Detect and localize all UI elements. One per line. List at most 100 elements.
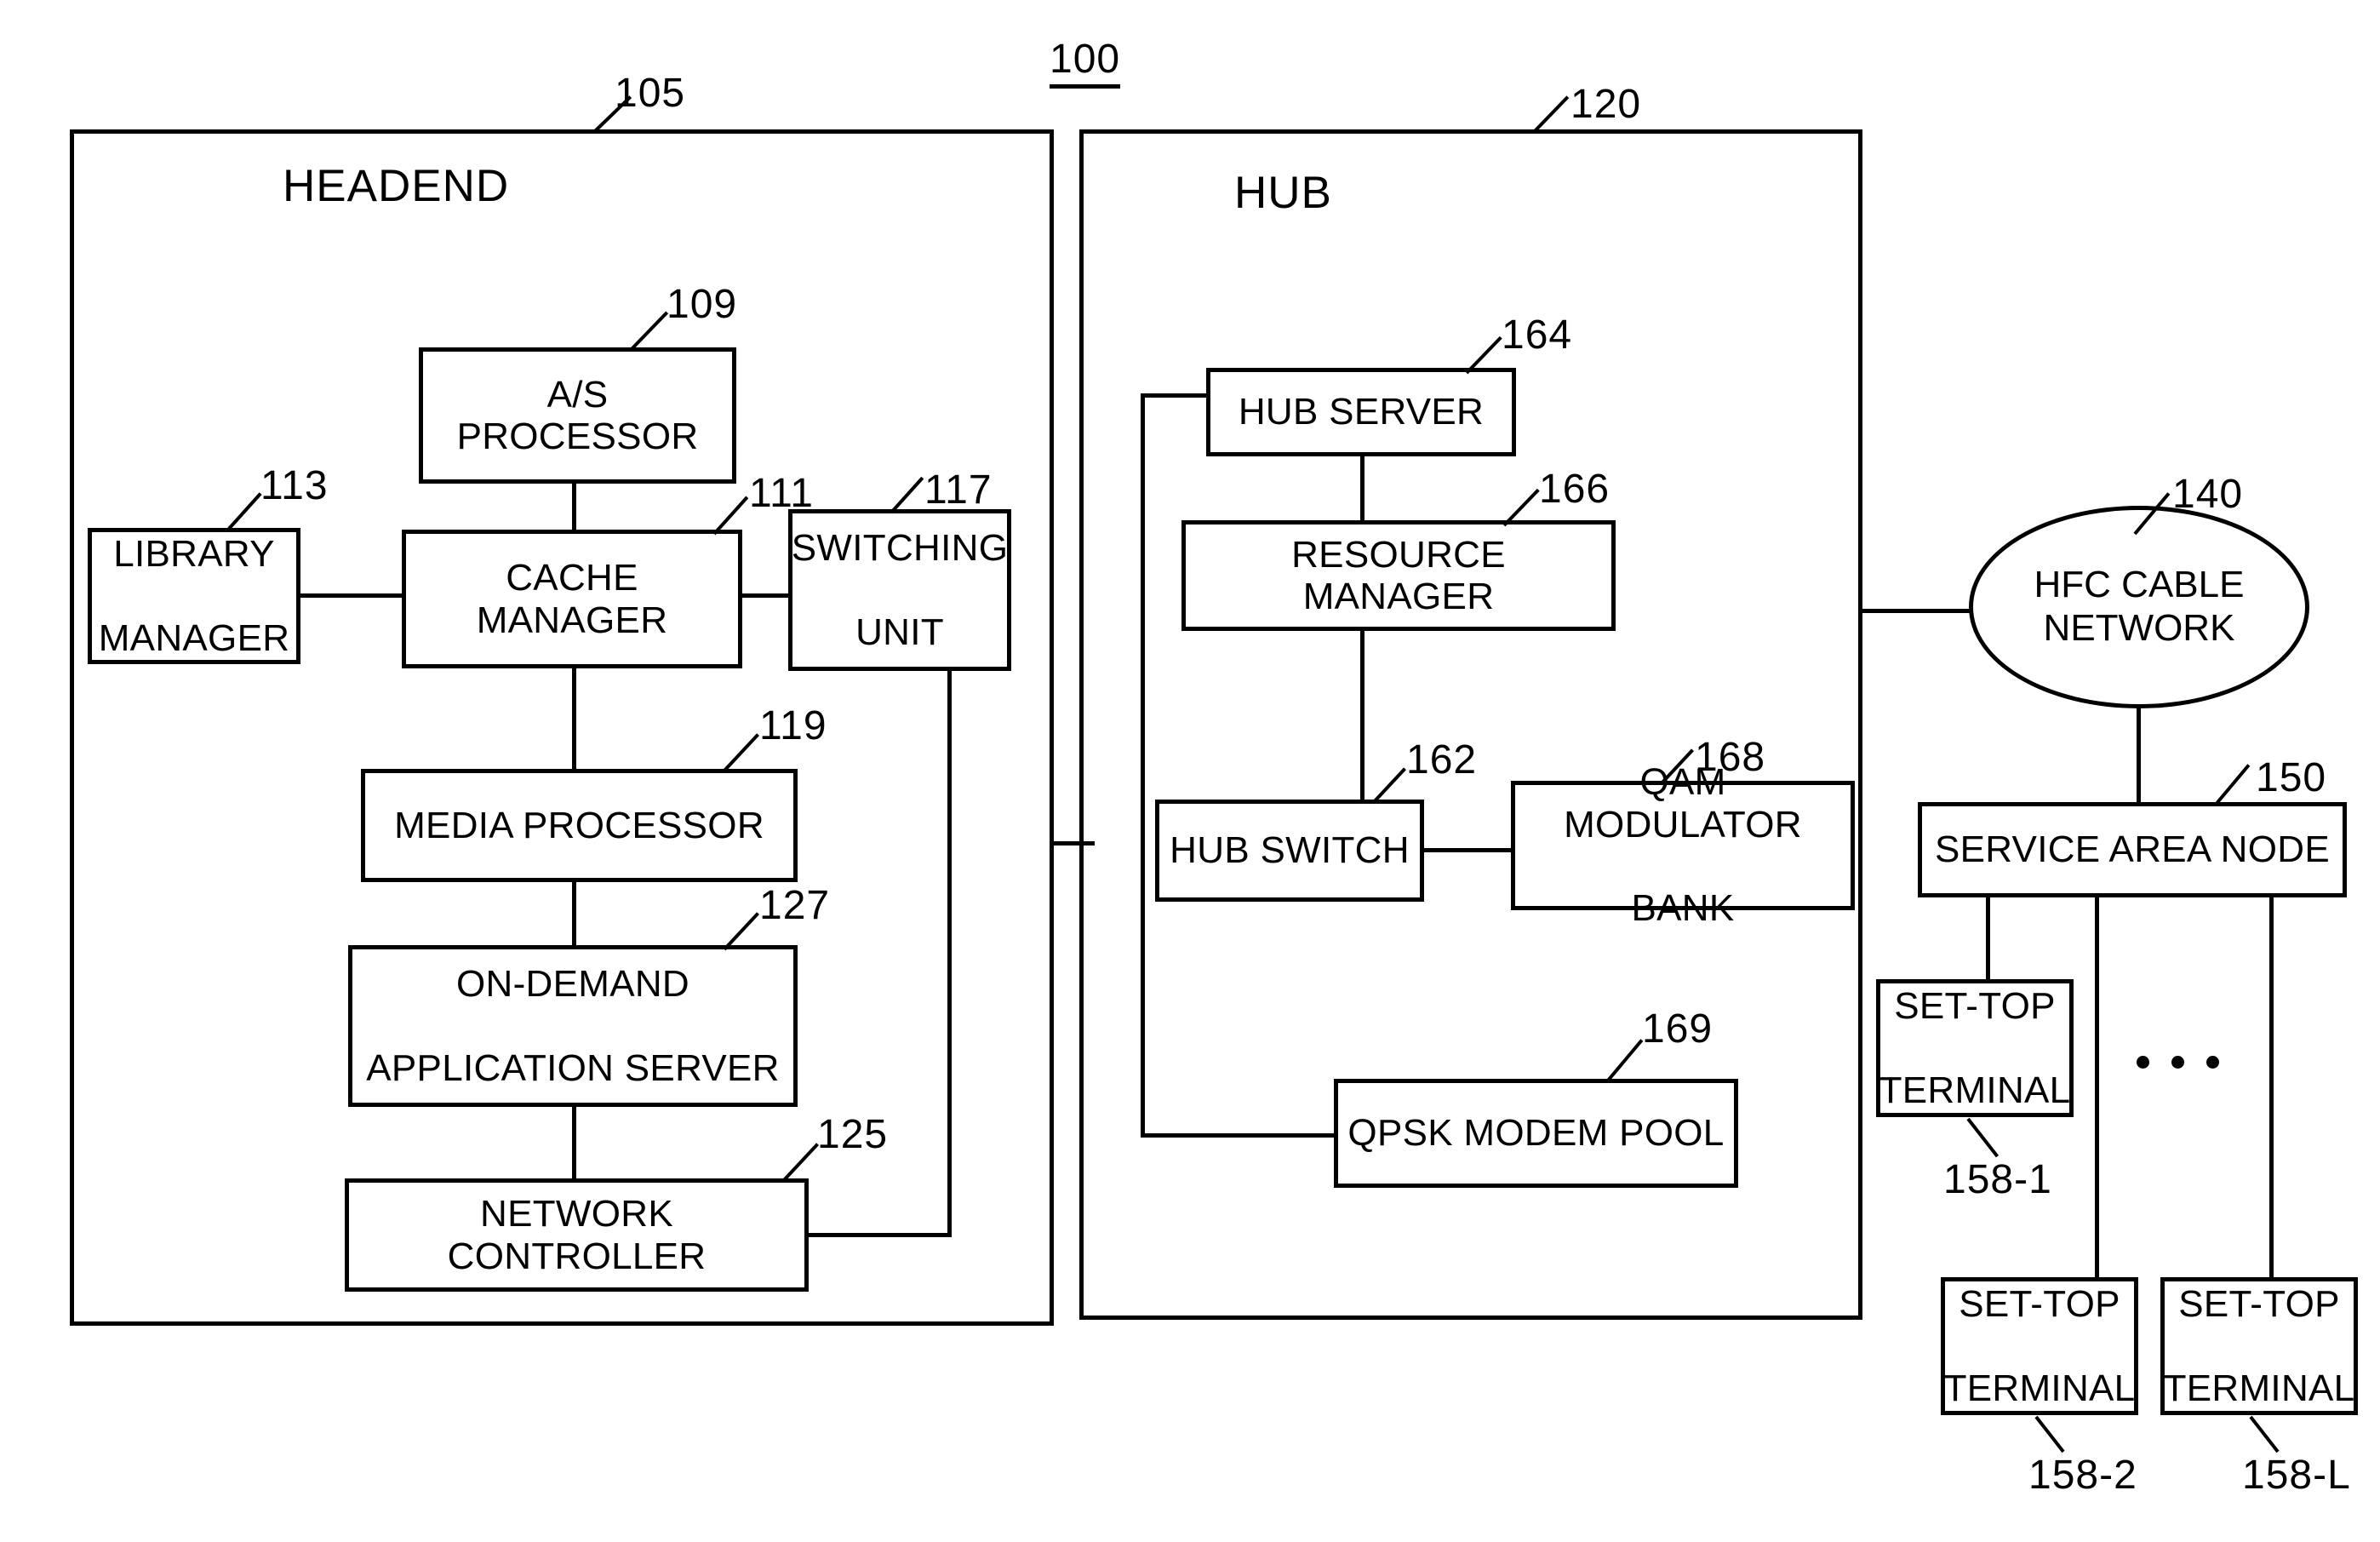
node-cache-manager-label: CACHE MANAGER bbox=[476, 557, 668, 641]
ondemand-line1: ON-DEMAND bbox=[455, 963, 690, 1006]
connector-resource-manager-to-hub-switch bbox=[1360, 629, 1364, 802]
library-manager-line1: LIBRARY bbox=[113, 533, 275, 576]
connector-hub-server-left-stub bbox=[1141, 393, 1210, 398]
node-hub-server-label: HUB SERVER bbox=[1238, 391, 1485, 433]
connector-hub-server-to-qpsk-vertical bbox=[1141, 393, 1145, 1137]
terminal-L-line2: TERMINAL bbox=[2163, 1367, 2355, 1409]
connector-node-to-terminal-L bbox=[2269, 896, 2274, 1283]
terminals-ellipsis bbox=[2137, 1056, 2219, 1069]
cache-manager-ref-111: 111 bbox=[749, 471, 814, 516]
media-processor-ref-119: 119 bbox=[759, 703, 827, 748]
network-controller-ref-125: 125 bbox=[817, 1112, 889, 1157]
terminal-L-line1: SET-TOP bbox=[2178, 1283, 2340, 1326]
hub-leader-line bbox=[1533, 95, 1570, 133]
node-switching-unit-label: SWITCHING UNIT bbox=[781, 527, 1018, 653]
ondemand-line2: APPLICATION SERVER bbox=[366, 1046, 780, 1089]
node-library-manager-label: LIBRARY MANAGER bbox=[89, 533, 300, 659]
connector-media-to-ondemand bbox=[572, 880, 576, 948]
connector-hub-to-hfc bbox=[1861, 609, 1978, 613]
hub-ref-120: 120 bbox=[1570, 82, 1642, 127]
headend-region bbox=[70, 129, 1054, 1326]
qam-line1: QAM MODULATOR bbox=[1564, 761, 1802, 846]
terminal-1-line2: TERMINAL bbox=[1879, 1069, 2071, 1111]
connector-cache-to-media-processor bbox=[572, 667, 576, 771]
connector-hub-server-to-resource-manager bbox=[1360, 455, 1364, 523]
terminal-1-leader-line bbox=[1966, 1117, 2000, 1158]
connector-hfc-to-service-area-node bbox=[2137, 703, 2141, 805]
headend-title: HEADEND bbox=[283, 161, 510, 211]
terminal-2-ref: 158-2 bbox=[2028, 1453, 2137, 1498]
connector-node-to-terminal-1 bbox=[1986, 896, 1990, 989]
system-ref-100: 100 bbox=[1050, 36, 1121, 89]
connector-library-to-cache bbox=[298, 593, 404, 598]
resource-manager-ref-166: 166 bbox=[1539, 467, 1611, 512]
node-on-demand-application-server[interactable]: ON-DEMAND APPLICATION SERVER bbox=[348, 945, 798, 1107]
connector-ondemand-to-network-controller bbox=[572, 1105, 576, 1180]
ellipsis-dot-2 bbox=[2171, 1056, 2184, 1069]
switching-unit-ref-117: 117 bbox=[924, 467, 993, 513]
terminal-2-line1: SET-TOP bbox=[1959, 1283, 2120, 1326]
node-as-processor[interactable]: A/S PROCESSOR bbox=[419, 347, 736, 484]
node-hub-server[interactable]: HUB SERVER bbox=[1206, 368, 1516, 456]
terminal-2-line2: TERMINAL bbox=[1943, 1367, 2136, 1409]
patent-figure: 100 HEADEND 105 A/S PROCESSOR 109 LIBRAR… bbox=[0, 0, 2380, 1542]
node-set-top-terminal-2[interactable]: SET-TOP TERMINAL bbox=[1941, 1277, 2138, 1415]
connector-network-controller-to-switching-vertical bbox=[947, 669, 952, 1237]
connector-hub-server-to-qpsk-horizontal bbox=[1141, 1133, 1336, 1138]
switching-unit-line1: SWITCHING bbox=[791, 527, 1009, 570]
node-library-manager[interactable]: LIBRARY MANAGER bbox=[88, 528, 300, 664]
library-manager-ref-113: 113 bbox=[260, 463, 329, 508]
hub-server-ref-164: 164 bbox=[1502, 312, 1573, 358]
library-manager-line2: MANAGER bbox=[98, 616, 290, 659]
terminal-1-line1: SET-TOP bbox=[1894, 985, 2056, 1028]
as-processor-ref-109: 109 bbox=[667, 282, 738, 327]
node-set-top-terminal-2-label: SET-TOP TERMINAL bbox=[1934, 1283, 2146, 1409]
hub-switch-ref-162: 162 bbox=[1406, 737, 1478, 782]
connector-headend-to-hub bbox=[1052, 841, 1095, 846]
terminal-2-leader-line bbox=[2034, 1415, 2065, 1453]
node-qam-modulator-bank-label: QAM MODULATOR BANK bbox=[1515, 761, 1851, 929]
node-hfc-cable-network[interactable]: HFC CABLE NETWORK bbox=[1969, 506, 2309, 708]
node-set-top-terminal-1[interactable]: SET-TOP TERMINAL bbox=[1876, 979, 2074, 1117]
node-hub-switch-label: HUB SWITCH bbox=[1170, 829, 1410, 872]
node-set-top-terminal-L-label: SET-TOP TERMINAL bbox=[2154, 1283, 2366, 1409]
hfc-line1: HFC CABLE bbox=[2034, 564, 2245, 606]
connector-as-processor-to-cache-manager bbox=[572, 482, 576, 531]
hfc-line2: NETWORK bbox=[2043, 607, 2235, 649]
connector-hub-switch-to-qam bbox=[1420, 848, 1513, 852]
ellipsis-dot-1 bbox=[2137, 1056, 2149, 1069]
service-area-node-ref-150: 150 bbox=[2256, 755, 2327, 800]
service-area-node-leader-line bbox=[2213, 764, 2251, 807]
node-network-controller-label: NETWORK CONTROLLER bbox=[447, 1193, 707, 1277]
node-qam-modulator-bank[interactable]: QAM MODULATOR BANK bbox=[1511, 761, 1855, 929]
hfc-ref-140: 140 bbox=[2172, 472, 2244, 517]
node-set-top-terminal-1-label: SET-TOP TERMINAL bbox=[1869, 985, 2081, 1111]
terminal-L-leader-line bbox=[2249, 1415, 2280, 1453]
node-on-demand-application-server-label: ON-DEMAND APPLICATION SERVER bbox=[356, 963, 789, 1089]
node-resource-manager[interactable]: RESOURCE MANAGER bbox=[1181, 520, 1616, 631]
connector-network-controller-to-switching-horizontal bbox=[805, 1233, 952, 1237]
node-switching-unit[interactable]: SWITCHING UNIT bbox=[788, 509, 1011, 671]
connector-node-to-terminal-2 bbox=[2095, 896, 2099, 1283]
node-set-top-terminal-L[interactable]: SET-TOP TERMINAL bbox=[2160, 1277, 2358, 1415]
switching-unit-line2: UNIT bbox=[855, 610, 944, 653]
qpsk-ref-169: 169 bbox=[1642, 1006, 1713, 1052]
terminal-1-ref: 158-1 bbox=[1943, 1157, 2052, 1202]
node-network-controller[interactable]: NETWORK CONTROLLER bbox=[345, 1178, 809, 1292]
node-qpsk-modem-pool[interactable]: QPSK MODEM POOL bbox=[1334, 1079, 1738, 1188]
hub-title: HUB bbox=[1234, 168, 1332, 218]
ondemand-ref-127: 127 bbox=[759, 883, 831, 928]
node-qpsk-modem-pool-label: QPSK MODEM POOL bbox=[1347, 1112, 1725, 1155]
terminal-L-ref: 158-L bbox=[2242, 1453, 2351, 1498]
headend-ref-105: 105 bbox=[615, 71, 686, 116]
ellipsis-dot-3 bbox=[2206, 1056, 2219, 1069]
node-media-processor[interactable]: MEDIA PROCESSOR bbox=[361, 769, 798, 882]
node-hfc-cable-network-label: HFC CABLE NETWORK bbox=[2034, 564, 2245, 650]
node-hub-switch[interactable]: HUB SWITCH bbox=[1155, 800, 1424, 902]
qam-ref-168: 168 bbox=[1695, 735, 1766, 780]
node-service-area-node-label: SERVICE AREA NODE bbox=[1934, 828, 2330, 871]
node-service-area-node[interactable]: SERVICE AREA NODE bbox=[1918, 802, 2347, 897]
node-resource-manager-label: RESOURCE MANAGER bbox=[1291, 533, 1506, 617]
node-as-processor-label: A/S PROCESSOR bbox=[456, 373, 699, 457]
node-cache-manager[interactable]: CACHE MANAGER bbox=[402, 530, 742, 668]
